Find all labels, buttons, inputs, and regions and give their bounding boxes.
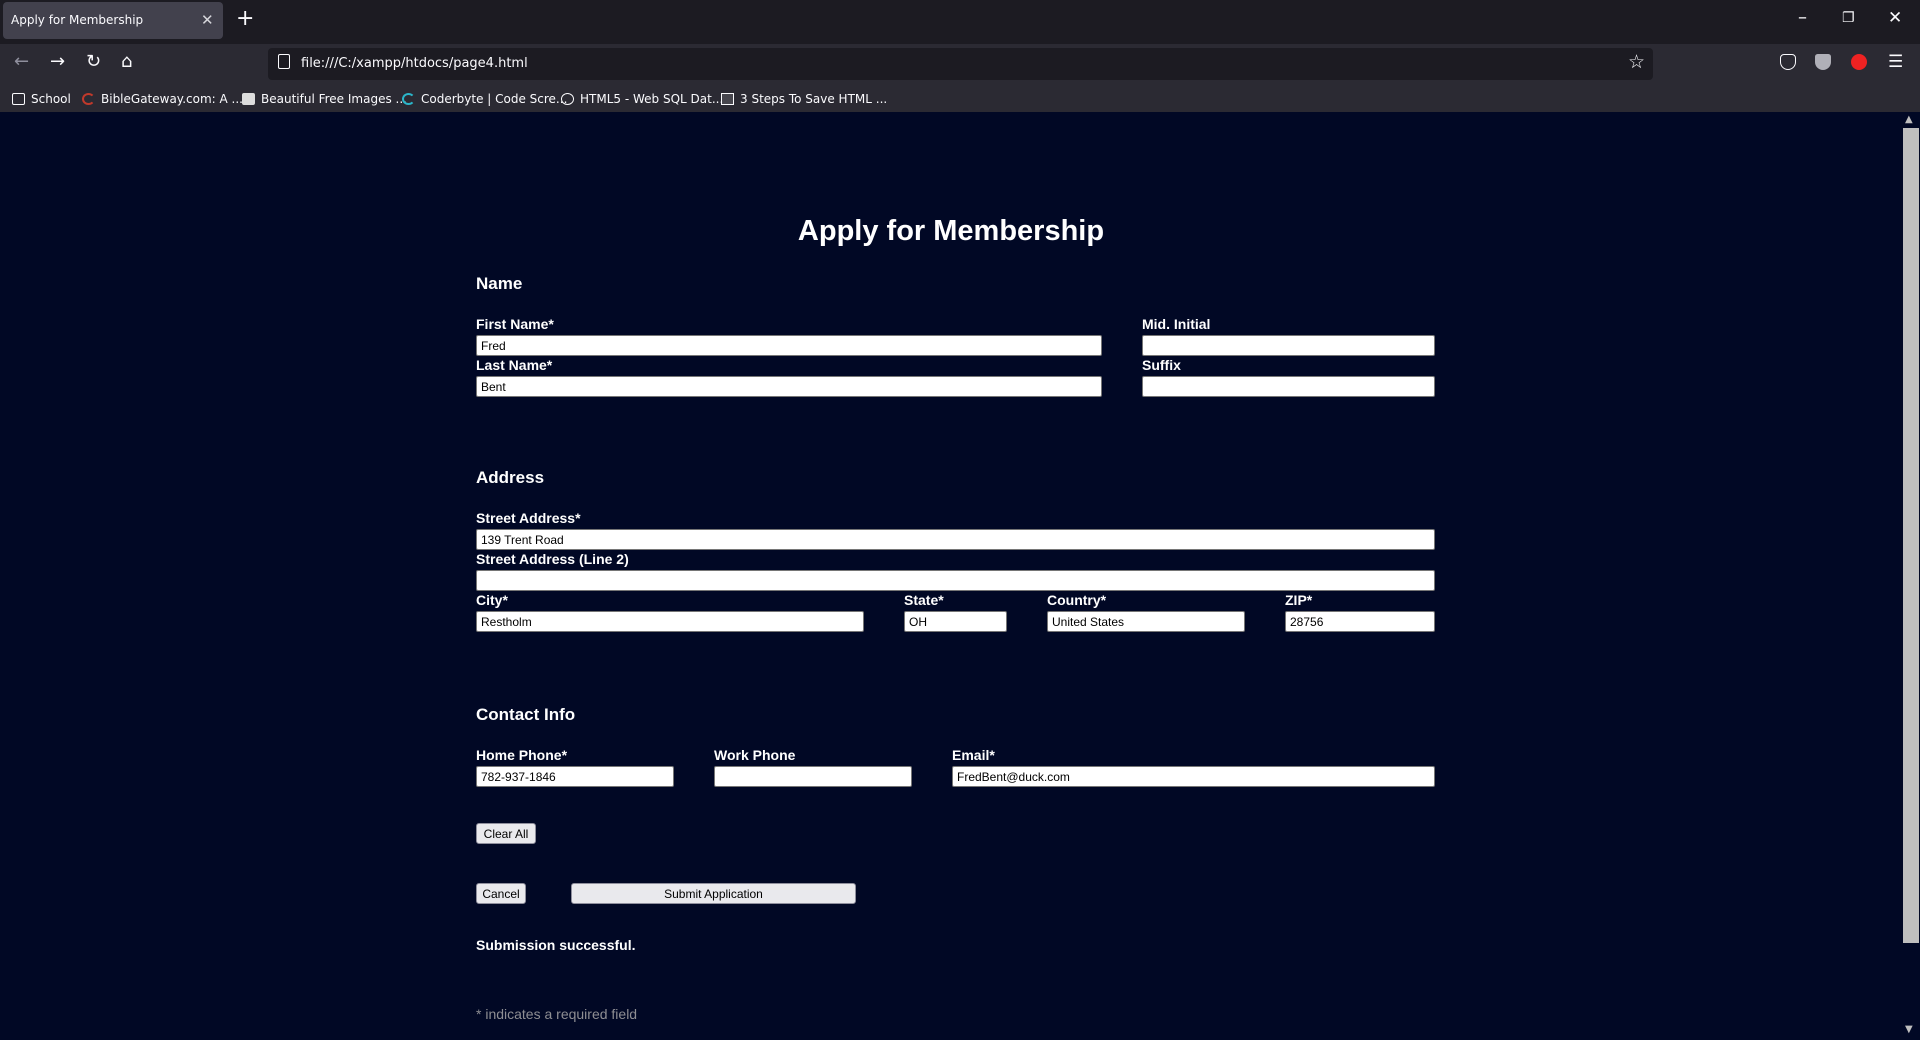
home-phone-label: Home Phone*: [476, 747, 568, 763]
submit-application-button[interactable]: Submit Application: [571, 883, 856, 904]
clear-all-button[interactable]: Clear All: [476, 823, 536, 844]
home-icon[interactable]: ⌂: [121, 52, 132, 72]
bookmarks-toolbar: School BibleGateway.com: A ... Beautiful…: [0, 86, 1920, 112]
address-section-heading: Address: [476, 468, 545, 487]
coderbyte-icon: [402, 93, 415, 105]
suffix-label: Suffix: [1142, 357, 1181, 373]
navigation-toolbar: ← → ↻ ⌂ file:///C:/xampp/htdocs/page4.ht…: [0, 44, 1920, 86]
scrollbar-thumb[interactable]: [1903, 128, 1919, 943]
street-address-line2-label: Street Address (Line 2): [476, 551, 629, 567]
reload-icon[interactable]: ↻: [86, 52, 101, 72]
street-address-field[interactable]: [476, 529, 1435, 550]
street-address-label: Street Address*: [476, 510, 581, 526]
suffix-field[interactable]: [1142, 376, 1435, 397]
tab-title: Apply for Membership: [11, 13, 144, 27]
forward-arrow-icon[interactable]: →: [50, 52, 65, 72]
name-section-heading: Name: [476, 274, 523, 293]
new-tab-icon[interactable]: +: [236, 8, 254, 30]
box-icon: [721, 93, 734, 105]
home-phone-field[interactable]: [476, 766, 674, 787]
last-name-label: Last Name*: [476, 357, 553, 373]
bookmark-school[interactable]: School: [12, 89, 71, 109]
restore-window-icon[interactable]: ❐: [1842, 10, 1855, 26]
bookmark-beautiful-free-images[interactable]: Beautiful Free Images ...: [242, 89, 407, 109]
page-title: Apply for Membership: [797, 215, 1105, 247]
required-field-note: * indicates a required field: [476, 1006, 638, 1022]
scroll-down-arrow-icon[interactable]: ▼: [1905, 1024, 1913, 1035]
mid-initial-label: Mid. Initial: [1142, 316, 1211, 332]
city-label: City*: [476, 592, 508, 608]
tab-strip: Apply for Membership ✕ + – ❐ ✕: [0, 0, 1920, 44]
email-field[interactable]: [952, 766, 1435, 787]
state-field[interactable]: [904, 611, 1007, 632]
email-label: Email*: [952, 747, 995, 763]
country-label: Country*: [1047, 592, 1107, 608]
street-address-line2-field[interactable]: [476, 570, 1435, 591]
work-phone-field[interactable]: [714, 766, 912, 787]
unsplash-icon: [242, 93, 255, 105]
biblegateway-icon: [82, 93, 95, 105]
state-label: State*: [904, 592, 944, 608]
back-arrow-icon[interactable]: ←: [14, 52, 29, 72]
close-window-icon[interactable]: ✕: [1888, 8, 1902, 28]
submission-status-message: Submission successful.: [476, 937, 636, 953]
bookmark-3-steps-save-html[interactable]: 3 Steps To Save HTML ...: [721, 89, 887, 109]
bookmark-star-icon[interactable]: ☆: [1628, 51, 1645, 73]
page-icon: [278, 54, 290, 69]
url-text[interactable]: file:///C:/xampp/htdocs/page4.html: [301, 56, 528, 71]
pocket-icon[interactable]: [1780, 54, 1796, 70]
bookmark-biblegateway[interactable]: BibleGateway.com: A ...: [82, 89, 243, 109]
country-field[interactable]: [1047, 611, 1245, 632]
extension-icon[interactable]: [1851, 54, 1867, 70]
folder-icon: [12, 93, 25, 105]
mid-initial-field[interactable]: [1142, 335, 1435, 356]
hamburger-menu-icon[interactable]: ☰: [1888, 52, 1903, 72]
page-content: Apply for Membership Name First Name* Mi…: [0, 112, 1902, 1040]
cancel-button[interactable]: Cancel: [476, 883, 526, 904]
first-name-label: First Name*: [476, 316, 554, 332]
bookmark-html5-web-sql[interactable]: HTML5 - Web SQL Dat...: [561, 89, 723, 109]
last-name-field[interactable]: [476, 376, 1102, 397]
bookmark-coderbyte[interactable]: Coderbyte | Code Scre...: [402, 89, 567, 109]
browser-tab-active[interactable]: Apply for Membership ✕: [3, 2, 223, 39]
shield-extension-icon[interactable]: [1815, 54, 1831, 70]
globe-icon: [561, 93, 574, 105]
address-bar[interactable]: file:///C:/xampp/htdocs/page4.html ☆: [268, 48, 1653, 80]
contact-section-heading: Contact Info: [476, 705, 576, 724]
city-field[interactable]: [476, 611, 864, 632]
work-phone-label: Work Phone: [714, 747, 796, 763]
close-tab-icon[interactable]: ✕: [201, 11, 214, 29]
zip-field[interactable]: [1285, 611, 1435, 632]
zip-label: ZIP*: [1285, 592, 1313, 608]
scroll-up-arrow-icon[interactable]: ▲: [1905, 114, 1913, 125]
minimize-window-icon[interactable]: –: [1798, 7, 1807, 28]
first-name-field[interactable]: [476, 335, 1102, 356]
